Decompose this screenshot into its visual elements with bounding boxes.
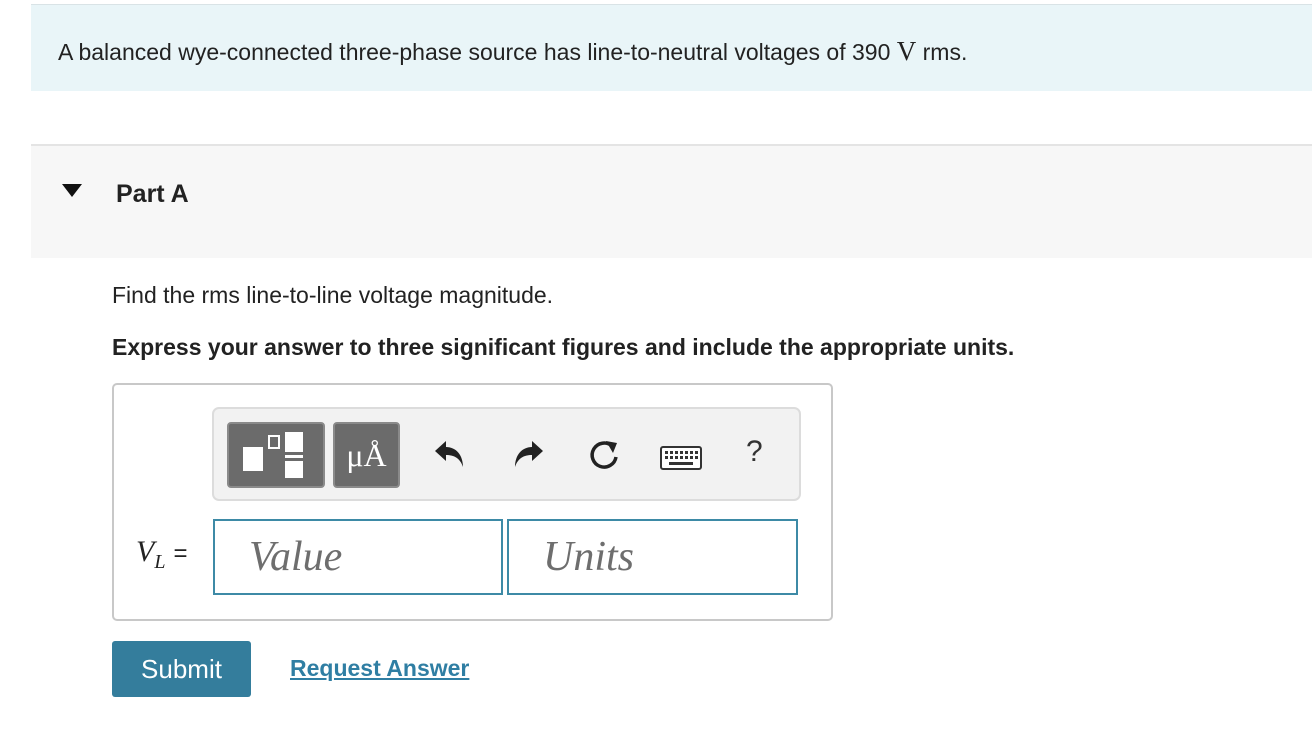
units-input[interactable] <box>509 521 796 593</box>
units-button[interactable]: μÅ <box>333 422 400 488</box>
answer-box: μÅ ? VL = <box>112 383 833 621</box>
variable-label: VL = <box>136 535 188 573</box>
templates-icon <box>243 432 303 478</box>
question-text: Find the rms line-to-line voltage magnit… <box>112 282 554 308</box>
problem-text: A balanced wye-connected three-phase sou… <box>58 36 968 66</box>
keyboard-icon[interactable] <box>660 446 702 470</box>
units-field[interactable] <box>507 519 798 595</box>
help-button[interactable]: ? <box>746 435 763 469</box>
redo-icon[interactable] <box>510 437 546 471</box>
undo-icon[interactable] <box>432 437 468 471</box>
value-field[interactable] <box>213 519 503 595</box>
templates-button[interactable] <box>227 422 325 488</box>
instruction-text: Express your answer to three significant… <box>112 334 1015 360</box>
reset-icon[interactable] <box>586 437 622 473</box>
collapse-caret-icon[interactable] <box>62 184 82 197</box>
math-toolbar: μÅ ? <box>212 407 801 501</box>
request-answer-link[interactable]: Request Answer <box>290 655 469 682</box>
part-title: Part A <box>116 180 189 208</box>
part-header[interactable]: Part A <box>31 144 1312 258</box>
value-input[interactable] <box>215 521 501 593</box>
submit-button[interactable]: Submit <box>112 641 251 697</box>
voltage-unit: V <box>896 36 917 66</box>
problem-statement: A balanced wye-connected three-phase sou… <box>31 4 1312 91</box>
